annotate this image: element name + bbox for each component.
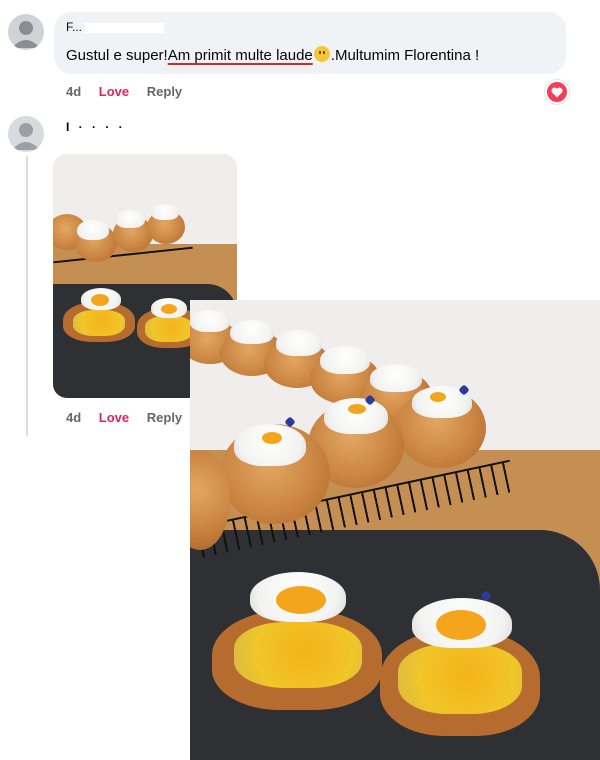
love-button[interactable]: Love <box>99 84 129 99</box>
photo-filling <box>145 316 193 342</box>
photo-cream <box>77 220 109 240</box>
photo-cream <box>370 364 422 392</box>
comment-text-end: .Multumim Florentina ! <box>330 47 480 64</box>
smiling-face-icon <box>313 46 330 62</box>
photo-yolk <box>430 392 446 402</box>
user-silhouette-icon <box>8 116 44 152</box>
comment-time[interactable]: 4d <box>66 410 81 425</box>
photo-cream <box>190 310 230 332</box>
comment-text-underlined: Am primit multe laude <box>167 47 313 64</box>
comment-author[interactable]: F... <box>66 20 165 34</box>
comment-actions: 4d Love Reply <box>66 84 196 99</box>
photo-cream <box>151 204 179 220</box>
thread-line <box>26 156 28 436</box>
reply-button[interactable]: Reply <box>147 410 182 425</box>
photo-yolk <box>91 294 109 306</box>
enlarged-photo[interactable] <box>190 300 600 760</box>
photo-cream <box>320 346 370 374</box>
reaction-badge[interactable] <box>545 80 569 104</box>
comment-text: Gustul e super!Am primit multe laude .Mul… <box>66 46 479 64</box>
avatar[interactable] <box>8 116 44 152</box>
reply-button[interactable]: Reply <box>147 84 182 99</box>
comment-author[interactable]: I · · · · <box>66 120 126 134</box>
photo-filling <box>234 622 362 688</box>
photo-cream <box>276 330 322 356</box>
photo-cream <box>234 424 306 466</box>
comment-time[interactable]: 4d <box>66 84 81 99</box>
photo-cream <box>115 210 145 228</box>
heart-icon <box>551 87 563 98</box>
comment-actions: 4d Love Reply <box>66 410 196 425</box>
redacted-name <box>84 22 165 33</box>
photo-filling <box>73 310 125 336</box>
photo-yolk <box>276 586 326 614</box>
photo-yolk <box>348 404 366 414</box>
photo-filling <box>398 644 522 714</box>
avatar[interactable] <box>8 14 44 50</box>
comment-text-start: Gustul e super! <box>66 47 168 64</box>
photo-yolk <box>436 610 486 640</box>
user-silhouette-icon <box>8 14 44 50</box>
photo-yolk <box>262 432 282 444</box>
photo-cream <box>230 320 274 344</box>
photo-yolk <box>161 304 177 314</box>
love-button[interactable]: Love <box>99 410 129 425</box>
comment-bubble: F... Gustul e super!Am primit multe laud… <box>54 12 566 74</box>
